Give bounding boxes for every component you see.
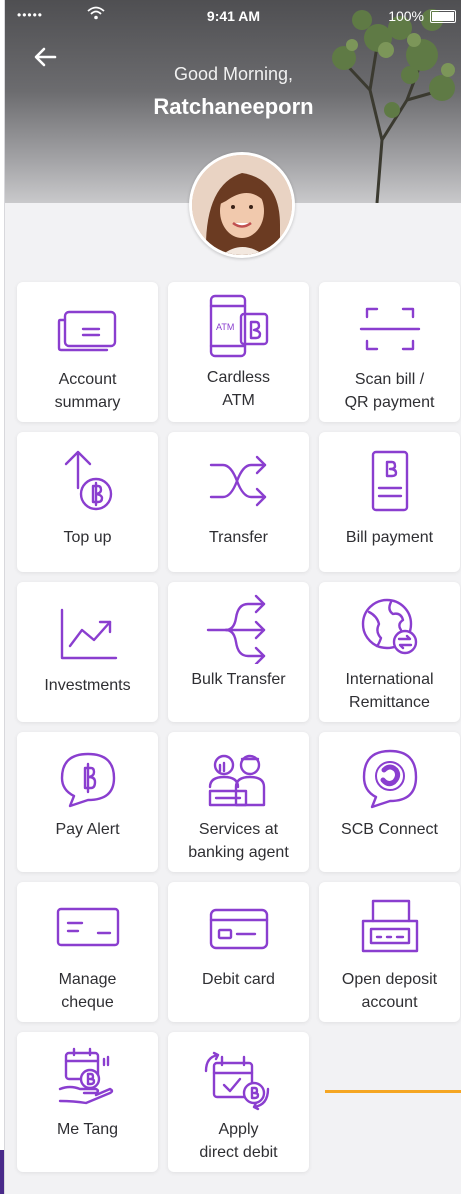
menu-item-label: Bulk Transfer [191, 671, 286, 688]
scb-connect-icon [319, 744, 460, 814]
battery-icon [430, 10, 456, 23]
menu-item-apply-direct-debit[interactable]: Apply direct debit [168, 1032, 309, 1172]
menu-item-open-deposit-account[interactable]: Open deposit account [319, 882, 460, 1022]
menu-item-label: International Remittance [345, 671, 434, 711]
menu-item-label: Account summary [54, 371, 121, 411]
menu-item-transfer[interactable]: Transfer [168, 432, 309, 572]
highlight-line [325, 1090, 461, 1093]
scan-icon [319, 294, 460, 364]
menu-item-bulk-transfer[interactable]: Bulk Transfer [168, 582, 309, 722]
menu-item-label: Transfer [209, 529, 268, 546]
menu-item-top-up[interactable]: Top up [17, 432, 158, 572]
pay-alert-icon [17, 746, 158, 816]
menu-item-international-remittance[interactable]: International Remittance [319, 582, 460, 722]
menu-item-label: Manage cheque [58, 971, 117, 1011]
investments-icon [17, 600, 158, 670]
app-screen: ••••• 9:41 AM 100% Good Morning, Ratchan… [4, 0, 461, 1194]
menu-item-label: Bill payment [345, 529, 434, 546]
menu-item-manage-cheque[interactable]: Manage cheque [17, 882, 158, 1022]
atm-text: ATM [216, 322, 234, 332]
menu-item-me-tang[interactable]: Me Tang [17, 1032, 158, 1172]
direct-debit-icon [168, 1046, 309, 1116]
menu-item-label: Scan bill / QR payment [344, 371, 435, 411]
menu-item-label: Apply direct debit [199, 1121, 278, 1161]
cardless-atm-icon: ATM [168, 292, 309, 362]
banking-agent-icon [168, 746, 309, 816]
bill-payment-icon [319, 446, 460, 516]
transfer-icon [168, 446, 309, 516]
globe-icon [319, 592, 460, 662]
menu-item-investments[interactable]: Investments [17, 582, 158, 722]
me-tang-icon [17, 1042, 158, 1112]
menu-item-label: Cardless ATM [206, 369, 271, 409]
avatar[interactable] [189, 152, 295, 258]
menu-item-label: Investments [44, 677, 131, 694]
menu-item-label: SCB Connect [341, 821, 438, 838]
menu-item-pay-alert[interactable]: Pay Alert [17, 732, 158, 872]
battery-percent: 100% [388, 8, 424, 24]
menu-item-bill-payment[interactable]: Bill payment [319, 432, 460, 572]
edge-marker [0, 1150, 4, 1194]
menu-item-scb-connect[interactable]: SCB Connect [319, 732, 460, 872]
menu-item-cardless-atm[interactable]: ATM Cardless ATM [168, 282, 309, 422]
greeting-text: Good Morning, [173, 64, 294, 84]
status-bar: ••••• 9:41 AM 100% [5, 6, 461, 28]
menu-item-label: Pay Alert [55, 821, 120, 838]
cheque-icon [17, 892, 158, 962]
top-up-icon [17, 446, 158, 516]
menu-item-label: Open deposit account [341, 971, 438, 1011]
debit-card-icon [168, 894, 309, 964]
menu-item-label: Top up [63, 529, 112, 546]
menu-item-label: Services at banking agent [188, 821, 289, 861]
menu-item-scan-bill[interactable]: Scan bill / QR payment [319, 282, 460, 422]
menu-item-banking-agent[interactable]: Services at banking agent [168, 732, 309, 872]
deposit-account-icon [319, 892, 460, 962]
menu-item-debit-card[interactable]: Debit card [168, 882, 309, 1022]
menu-item-label: Debit card [202, 971, 275, 988]
menu-item-account-summary[interactable]: Account summary [17, 282, 158, 422]
account-summary-icon [17, 296, 158, 366]
menu-item-label: Me Tang [56, 1121, 119, 1138]
bulk-transfer-icon [168, 592, 309, 664]
user-name: Ratchaneeporn [153, 94, 314, 119]
